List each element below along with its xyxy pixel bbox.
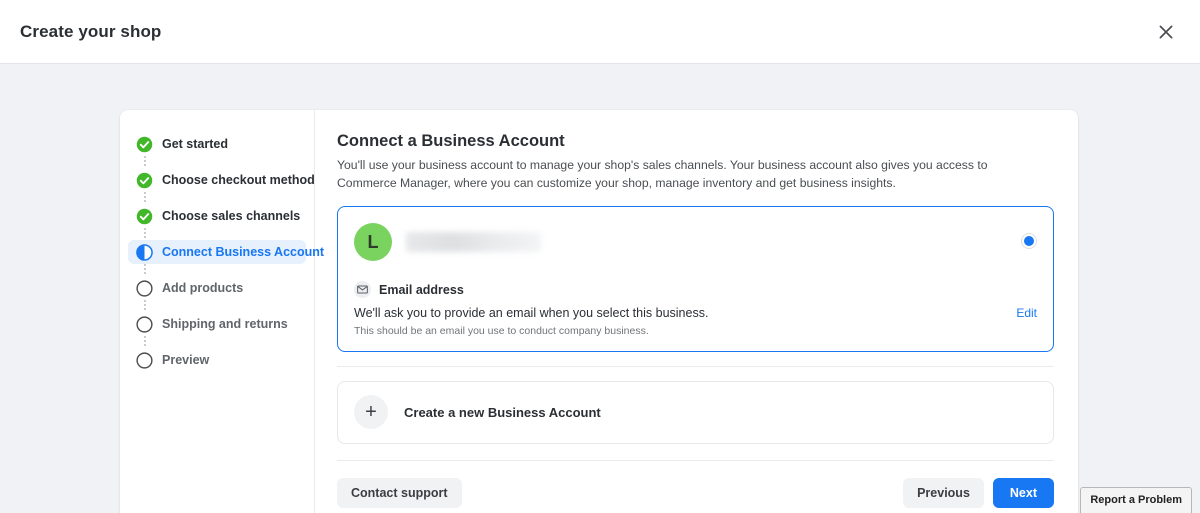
report-a-problem-button[interactable]: Report a Problem [1080,487,1192,513]
sidebar-item-shipping-and-returns[interactable]: Shipping and returns [128,312,306,336]
next-button[interactable]: Next [993,478,1054,508]
edit-email-link[interactable]: Edit [1016,305,1037,320]
footer-nav-buttons: Previous Next [903,478,1054,508]
page-body: Get started Choose checkout method Choos… [0,64,1200,513]
sidebar-item-preview[interactable]: Preview [128,348,306,372]
sidebar-item-choose-sales-channels[interactable]: Choose sales channels [128,204,306,228]
sidebar-item-label: Choose sales channels [162,209,300,223]
email-address-label: Email address [379,283,464,297]
contact-support-button[interactable]: Contact support [337,478,462,508]
sidebar-item-label: Choose checkout method [162,173,315,187]
check-circle-icon [136,208,153,225]
envelope-icon [354,281,371,298]
close-dialog-button[interactable] [1150,16,1182,48]
sidebar-item-add-products[interactable]: Add products [128,276,306,300]
app-header: Create your shop [0,0,1200,64]
avatar: L [354,223,392,261]
email-hint: This should be an email you use to condu… [354,325,708,339]
empty-circle-icon [136,316,153,333]
email-description-block: We'll ask you to provide an email when y… [354,305,708,339]
wizard-steps-sidebar: Get started Choose checkout method Choos… [120,110,315,513]
create-business-account-label: Create a new Business Account [404,405,601,420]
close-icon [1158,24,1174,40]
content-heading: Connect a Business Account [337,132,1054,151]
plus-icon: + [354,395,388,429]
content-description: You'll use your business account to mana… [337,157,1042,192]
sidebar-item-connect-business-account[interactable]: Connect Business Account [128,240,306,264]
business-account-header: L [354,221,1037,263]
wizard-footer: Contact support Previous Next [337,460,1054,513]
business-account-option[interactable]: L Email address [337,206,1054,352]
sidebar-item-label: Preview [162,353,209,367]
previous-button[interactable]: Previous [903,478,984,508]
sidebar-item-label: Shipping and returns [162,317,288,331]
half-circle-icon [136,244,153,261]
sidebar-item-label: Get started [162,137,228,151]
email-address-row: Email address [354,281,1037,298]
wizard-card: Get started Choose checkout method Choos… [120,110,1078,513]
business-account-name-redacted [406,232,541,252]
sidebar-item-label: Connect Business Account [162,245,324,259]
email-description-row: We'll ask you to provide an email when y… [354,305,1037,339]
radio-selected-dot [1024,236,1034,246]
wizard-content: Connect a Business Account You'll use yo… [315,110,1078,513]
create-business-account-option[interactable]: + Create a new Business Account [337,381,1054,444]
sidebar-item-get-started[interactable]: Get started [128,132,306,156]
sidebar-item-choose-checkout-method[interactable]: Choose checkout method [128,168,306,192]
empty-circle-icon [136,352,153,369]
check-circle-icon [136,136,153,153]
page-title: Create your shop [20,22,161,42]
email-description: We'll ask you to provide an email when y… [354,305,708,322]
divider [337,366,1054,367]
check-circle-icon [136,172,153,189]
empty-circle-icon [136,280,153,297]
sidebar-item-label: Add products [162,281,243,295]
